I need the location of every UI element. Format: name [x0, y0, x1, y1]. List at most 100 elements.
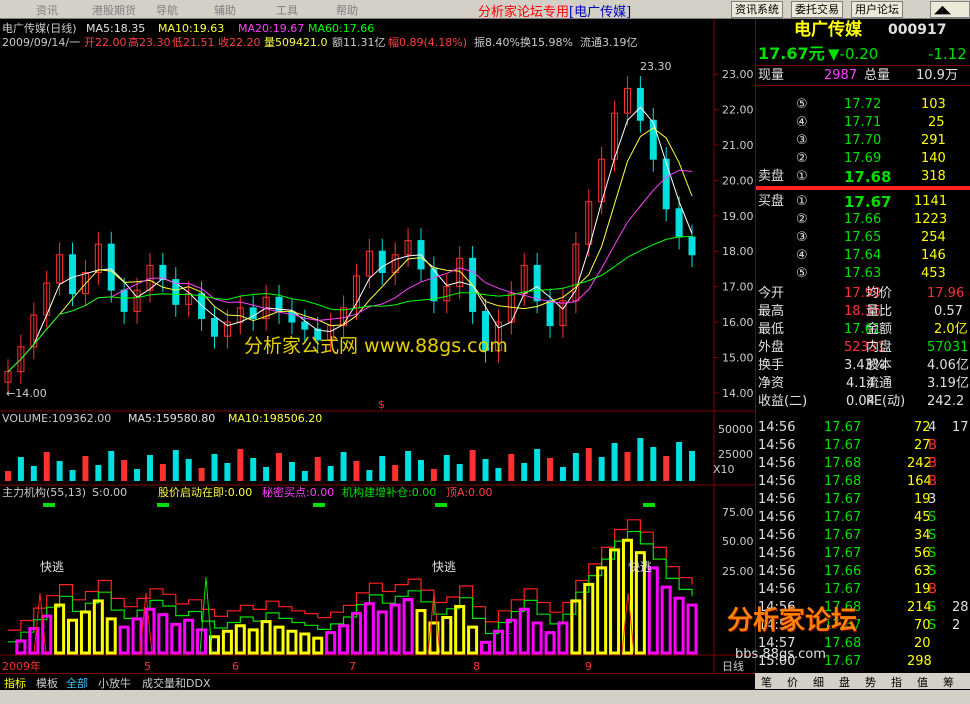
brand-title: 分析家论坛专用[电广传媒]: [478, 5, 632, 20]
price-tick-label: 16.00: [722, 316, 754, 329]
volume-bar: [495, 468, 502, 481]
forum-button[interactable]: 用户论坛: [851, 1, 903, 18]
candle-body: [533, 264, 541, 302]
volume-bar: [159, 464, 166, 481]
tab-jia[interactable]: 价: [787, 674, 798, 690]
tab-xi[interactable]: 细: [813, 674, 824, 690]
tab-template[interactable]: 模板: [34, 675, 60, 691]
ask-row: ④ 17.71 25: [796, 115, 945, 130]
menu-item-help[interactable]: 帮助: [336, 2, 358, 18]
price-tick-label: 20.00: [722, 174, 754, 187]
volume-bar: [521, 463, 528, 481]
volume-bar: [172, 450, 179, 481]
volume-bar: [663, 456, 670, 481]
tab-bi[interactable]: 笔: [761, 674, 772, 690]
menu-item-assist[interactable]: 辅助: [214, 2, 236, 18]
volume-bar: [637, 438, 644, 481]
volume-bar: [95, 465, 102, 481]
tick-row: 14:56 17.67 19 B: [758, 582, 937, 597]
price-tick-label: 23.00: [722, 68, 754, 81]
month-6: 6: [232, 660, 239, 673]
month-7: 7: [349, 660, 356, 673]
volume-bar: [5, 471, 11, 481]
tab-all[interactable]: 全部: [64, 675, 90, 691]
candle-body: [301, 321, 309, 330]
volume-bar: [288, 462, 295, 481]
candle-body: [120, 289, 128, 312]
volume-bar: [611, 443, 618, 481]
tab-zhi[interactable]: 指: [891, 674, 902, 690]
volume-bar: [146, 455, 153, 481]
price-change-abs: -1.12: [928, 45, 967, 63]
indicator-t3: 机构建增补仓:0.00: [342, 485, 436, 499]
volume-bar: [69, 470, 76, 481]
tab-pan[interactable]: 盘: [839, 674, 850, 690]
vol-unit: X10: [713, 463, 735, 476]
close-value-label: 收22.20: [218, 35, 261, 49]
date-label: 2009/09/14/一: [2, 36, 80, 49]
volume-bar: [327, 466, 334, 481]
ind-tick-50: 50.00: [722, 535, 754, 548]
month-9: 9: [585, 660, 592, 673]
volume-bar: [456, 464, 463, 481]
volume-bar: [134, 469, 141, 481]
tick-row: 14:56 17.67 34 S: [758, 528, 937, 543]
chart-area[interactable]: 电广传媒(日线) MA5:18.35 MA10:19.63 MA20:19.67…: [0, 19, 755, 673]
tab-zhi2[interactable]: 值: [917, 674, 928, 690]
high-value-label: 高23.30: [128, 35, 171, 49]
forum-watermark: 分析家论坛: [727, 606, 858, 636]
stat-row: 最高 18.35 量比 0.57: [758, 304, 963, 319]
menu-item-nav[interactable]: 导航: [156, 2, 178, 18]
volume-bar: [598, 457, 605, 481]
ask-row: ② 17.69 140: [796, 151, 946, 166]
stock-period-label: 电广传媒(日线): [2, 21, 77, 35]
tick-row: 14:56 17.66 63 S: [758, 564, 937, 579]
price-tick-label: 22.00: [722, 104, 754, 117]
stat-row: 最低 17.61 金额 2.0亿: [758, 322, 968, 337]
tab-indicator[interactable]: 指标: [2, 675, 28, 691]
price-change: ▼-0.20: [828, 45, 879, 63]
signal-marker: [157, 503, 169, 507]
volume-bar: [379, 456, 386, 481]
tab-shi[interactable]: 势: [865, 674, 876, 690]
menu-item-hk-futures[interactable]: 港股期货: [92, 2, 136, 18]
signal-marker: [435, 503, 447, 507]
tab-volume-ddx[interactable]: 成交量和DDX: [140, 675, 212, 691]
tab-chou[interactable]: 筹: [943, 674, 954, 690]
indicator-tab-bar: 指标 模板 全部 小放牛 成交量和DDX: [0, 673, 755, 690]
news-system-button[interactable]: 资讯系统: [731, 1, 783, 18]
tick-row: 14:56 17.67 56 S: [758, 546, 937, 561]
volume-bar: [237, 449, 244, 481]
volume-bar: [30, 466, 37, 481]
quote-title: 电广传媒 000917: [756, 21, 970, 43]
trade-button[interactable]: 委托交易: [791, 1, 843, 18]
candle-body: [159, 264, 167, 281]
candle-body: [546, 300, 554, 327]
volume-bar: [443, 455, 450, 481]
escape-label-3: 快逃: [628, 560, 652, 574]
stock-name: 电广传媒: [794, 20, 862, 40]
indicator-s: S:0.00: [92, 486, 127, 499]
tab-xiaofangniu[interactable]: 小放牛: [96, 675, 133, 691]
volume-bar: [121, 460, 128, 481]
candle-body: [675, 208, 683, 238]
vol-tick-50000: 50000: [718, 423, 753, 436]
bid-row: 买盘 ① 17.67 1141: [758, 193, 948, 211]
price-row: 17.67元 ▼-0.20 -1.12: [756, 45, 970, 66]
indicator-t1: 股价启动在即:0.00: [158, 486, 252, 499]
volume-bar: [301, 471, 308, 481]
bid-row: ② 17.66 1223: [796, 212, 948, 227]
ind-tick-25: 25.00: [722, 565, 754, 578]
volume-bar: [547, 458, 554, 481]
volume-bar: [43, 452, 50, 481]
amount-value-label: 额11.31亿: [332, 36, 386, 49]
menu-item-news[interactable]: 资讯: [36, 2, 58, 18]
volume-bar: [392, 465, 399, 481]
stat-row: 今开 17.99 均价 17.96: [758, 286, 965, 301]
menu-item-tools[interactable]: 工具: [276, 2, 298, 18]
indicator-t4: 顶A:0.00: [446, 486, 493, 499]
tick-row: 14:56 17.67 72 4 17: [758, 420, 969, 435]
volume-bar: [417, 460, 424, 481]
candle-body: [69, 254, 77, 295]
menu-bar: 资讯 港股期货 导航 辅助 工具 帮助 分析家论坛专用[电广传媒] 资讯系统 委…: [0, 0, 970, 20]
